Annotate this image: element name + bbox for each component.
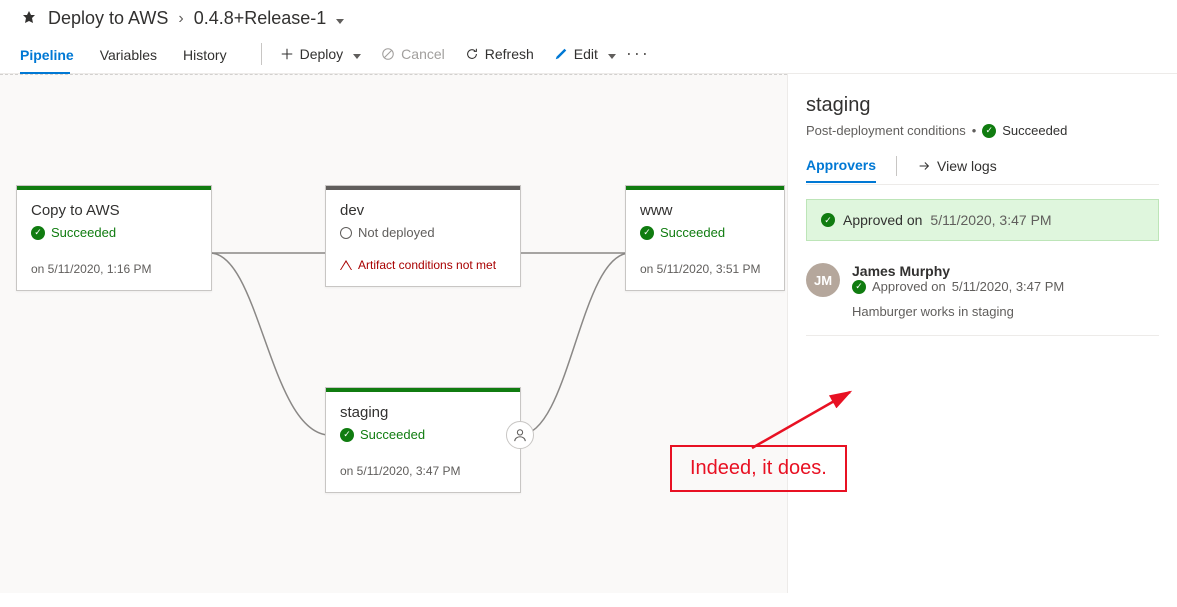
avatar: JM (806, 263, 840, 297)
release-name: 0.4.8+Release-1 (194, 8, 327, 29)
cancel-label: Cancel (401, 46, 445, 62)
deploy-label: Deploy (300, 46, 344, 62)
chevron-down-icon (349, 46, 361, 62)
details-panel: staging Post-deployment conditions • Suc… (787, 74, 1177, 593)
separator (896, 156, 897, 176)
deploy-button[interactable]: Deploy (270, 42, 372, 72)
connector (520, 235, 630, 455)
cancel-icon (381, 47, 395, 61)
edit-button[interactable]: Edit (544, 42, 626, 72)
approver-comment: Hamburger works in staging (852, 304, 1064, 319)
notdeployed-icon (340, 227, 352, 239)
stage-status: Not deployed (358, 225, 435, 240)
condition-status: Succeeded (1002, 123, 1067, 138)
success-icon (982, 124, 996, 138)
success-icon (821, 213, 835, 227)
arrow-right-icon (917, 159, 931, 173)
breadcrumb-bar: Deploy to AWS › 0.4.8+Release-1 (0, 0, 1177, 33)
plus-icon (280, 47, 294, 61)
stage-card-staging[interactable]: staging Succeeded on 5/11/2020, 3:47 PM (325, 387, 521, 493)
release-dropdown[interactable]: 0.4.8+Release-1 (194, 8, 345, 29)
chevron-down-icon (332, 8, 344, 29)
breadcrumb-root[interactable]: Deploy to AWS (48, 8, 168, 29)
connector (210, 233, 330, 273)
warning-icon (340, 260, 352, 270)
panel-tabs: Approvers View logs (806, 156, 1159, 185)
stage-title: staging (340, 404, 506, 421)
banner-date: 5/11/2020, 3:47 PM (930, 212, 1051, 228)
stage-timestamp: on 5/11/2020, 3:47 PM (340, 464, 506, 478)
refresh-button[interactable]: Refresh (455, 42, 544, 72)
annotation-callout: Indeed, it does. (670, 445, 847, 492)
panel-tab-approvers[interactable]: Approvers (806, 157, 876, 183)
panel-title: staging (806, 94, 1159, 117)
stage-timestamp: on 5/11/2020, 3:51 PM (640, 262, 770, 276)
divider (806, 335, 1159, 336)
release-icon (20, 10, 38, 28)
workspace: Copy to AWS Succeeded on 5/11/2020, 1:16… (0, 74, 1177, 593)
banner-prefix: Approved on (843, 212, 922, 228)
approver-name: James Murphy (852, 263, 1064, 279)
cancel-button: Cancel (371, 42, 455, 72)
refresh-label: Refresh (485, 46, 534, 62)
secondary-nav: Pipeline Variables History Deploy Cancel… (0, 33, 1177, 74)
condition-label: Post-deployment conditions (806, 123, 966, 138)
connector (210, 235, 330, 455)
panel-condition: Post-deployment conditions • Succeeded (806, 123, 1159, 138)
approver-status-prefix: Approved on (872, 279, 946, 294)
success-icon (31, 226, 45, 240)
success-icon (340, 428, 354, 442)
breadcrumb-separator: › (178, 10, 183, 28)
approver-entry: JM James Murphy Approved on 5/11/2020, 3… (806, 263, 1159, 319)
stage-status: Succeeded (660, 225, 725, 240)
tab-pipeline[interactable]: Pipeline (20, 41, 84, 73)
success-icon (640, 226, 654, 240)
stage-card-copy[interactable]: Copy to AWS Succeeded on 5/11/2020, 1:16… (16, 185, 212, 291)
stage-status: Succeeded (360, 427, 425, 442)
stage-title: dev (340, 202, 506, 219)
tab-variables[interactable]: Variables (100, 41, 167, 73)
edit-label: Edit (574, 46, 598, 62)
stage-card-www[interactable]: www Succeeded on 5/11/2020, 3:51 PM (625, 185, 785, 291)
view-logs-link[interactable]: View logs (917, 158, 997, 182)
chevron-down-icon (604, 46, 616, 62)
refresh-icon (465, 47, 479, 61)
approver-status-date: 5/11/2020, 3:47 PM (952, 279, 1065, 294)
success-icon (852, 280, 866, 294)
pipeline-canvas[interactable]: Copy to AWS Succeeded on 5/11/2020, 1:16… (0, 74, 787, 593)
approval-badge[interactable] (506, 421, 534, 449)
connector (520, 233, 630, 273)
annotation-text: Indeed, it does. (690, 457, 827, 479)
more-menu[interactable]: ··· (626, 43, 650, 72)
view-logs-label: View logs (937, 158, 997, 174)
separator (261, 43, 262, 65)
stage-title: www (640, 202, 770, 219)
stage-warning: Artifact conditions not met (358, 258, 496, 272)
stage-status: Succeeded (51, 225, 116, 240)
stage-timestamp: on 5/11/2020, 1:16 PM (31, 262, 197, 276)
tab-history[interactable]: History (183, 41, 237, 73)
person-icon (513, 428, 527, 442)
stage-title: Copy to AWS (31, 202, 197, 219)
pencil-icon (554, 47, 568, 61)
approved-banner: Approved on 5/11/2020, 3:47 PM (806, 199, 1159, 241)
stage-card-dev[interactable]: dev Not deployed Artifact conditions not… (325, 185, 521, 287)
